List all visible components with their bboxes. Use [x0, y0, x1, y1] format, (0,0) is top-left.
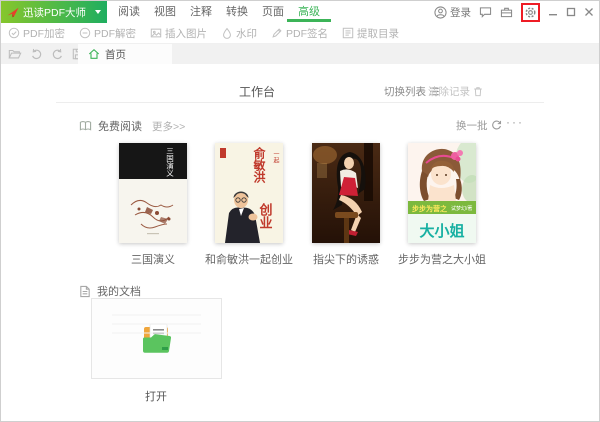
user-icon: [434, 6, 447, 19]
maximize-icon[interactable]: [566, 7, 576, 17]
book-card-zhijian[interactable]: 指尖下的诱惑: [312, 143, 380, 243]
extract-list-icon: [342, 27, 354, 39]
page-title: 工作台: [239, 83, 275, 100]
title-bar: 迅读PDF大师 阅读 视图 注释 转换 页面 高级 登录: [1, 1, 599, 23]
my-documents-title: 我的文档: [97, 283, 141, 299]
minimize-icon[interactable]: [548, 7, 558, 17]
image-icon: [150, 27, 162, 39]
free-reading-header: 免费阅读 更多>>: [79, 118, 185, 134]
menu-tab-convert[interactable]: 转换: [219, 1, 255, 23]
pen-icon: [271, 27, 283, 39]
book-title: 步步为营之大小姐: [398, 251, 486, 267]
switch-list-label: 切换列表: [384, 84, 426, 99]
menu-tab-read[interactable]: 阅读: [111, 1, 147, 23]
change-batch-button[interactable]: 换一批: [456, 118, 502, 133]
book-cover-image: 三国演义: [119, 143, 187, 243]
section-divider: [56, 102, 544, 103]
more-link[interactable]: 更多>>: [152, 119, 185, 134]
quick-access-bar: [8, 44, 84, 64]
book-title: 和俞敏洪一起创业: [205, 251, 293, 267]
clear-records-label: 清除记录: [428, 84, 470, 99]
home-icon: [88, 48, 100, 60]
svg-text:步步为营之: 步步为营之: [412, 204, 447, 213]
svg-text:创业: 创业: [258, 202, 274, 229]
book-card-sanguoyanyi[interactable]: 三国演义 三国演义: [119, 143, 187, 243]
book-cover-image: 步步为营之 试梦幻/著 大小姐: [408, 143, 476, 243]
change-batch-label: 换一批: [456, 118, 488, 133]
toolbar-item-extract-toc[interactable]: 提取目录: [342, 26, 399, 41]
workbench-page: 工作台 切换列表 清除记录 免费阅读 更多>> 换一批: [1, 64, 599, 421]
app-window: 迅读PDF大师 阅读 视图 注释 转换 页面 高级 登录: [0, 0, 600, 422]
advanced-toolbar: PDF加密 PDF解密 插入图片 水印 PDF签名: [1, 23, 599, 44]
gear-annotation-box: [521, 3, 540, 22]
redo-icon[interactable]: [51, 48, 64, 60]
book-stack-icon: [79, 120, 92, 132]
toolbar-item-insert-image[interactable]: 插入图片: [150, 26, 207, 41]
open-document-card[interactable]: [91, 298, 222, 379]
menu-tab-page[interactable]: 页面: [255, 1, 291, 23]
toolbar-label: PDF加密: [23, 26, 65, 41]
menu-tab-view[interactable]: 视图: [147, 1, 183, 23]
gear-icon[interactable]: [524, 6, 537, 19]
chat-bubble-icon[interactable]: [479, 6, 492, 18]
clear-records-button[interactable]: 清除记录: [428, 84, 483, 99]
window-controls: 登录: [434, 1, 594, 23]
svg-text:三国演义: 三国演义: [165, 147, 174, 177]
toolbar-label: 插入图片: [165, 26, 207, 41]
svg-text:一起: 一起: [272, 151, 279, 164]
main-menu: 阅读 视图 注释 转换 页面 高级: [111, 1, 327, 23]
undo-icon[interactable]: [30, 48, 43, 60]
folder-open-icon[interactable]: [8, 48, 22, 60]
overflow-menu[interactable]: ···: [506, 115, 524, 129]
menu-tab-annotate[interactable]: 注释: [183, 1, 219, 23]
menu-tab-advanced[interactable]: 高级: [291, 1, 327, 23]
svg-text:俞敏洪: 俞敏洪: [252, 146, 266, 184]
book-cover-image: 俞敏洪 一起 创业: [215, 143, 283, 243]
lock-circle-icon: [8, 27, 20, 39]
svg-text:试梦幻/著: 试梦幻/著: [451, 205, 472, 212]
briefcase-icon[interactable]: [500, 6, 513, 18]
toolbar-item-pdf-decrypt[interactable]: PDF解密: [79, 26, 136, 41]
toolbar-label: PDF解密: [94, 26, 136, 41]
unlock-circle-icon: [79, 27, 91, 39]
app-title: 迅读PDF大师: [23, 5, 86, 20]
login-button[interactable]: 登录: [434, 5, 471, 20]
tab-strip: 首页: [1, 44, 599, 64]
book-title: 指尖下的诱惑: [313, 251, 379, 267]
open-label: 打开: [145, 388, 167, 404]
toolbar-item-watermark[interactable]: 水印: [221, 26, 257, 41]
book-card-yuminhong[interactable]: 俞敏洪 一起 创业 和俞敏洪一起创业: [215, 143, 283, 243]
svg-text:大小姐: 大小姐: [419, 222, 464, 240]
droplet-icon: [221, 27, 233, 39]
free-reading-title: 免费阅读: [98, 118, 142, 134]
refresh-icon: [491, 120, 502, 131]
toolbar-label: 提取目录: [357, 26, 399, 41]
login-label: 登录: [450, 5, 471, 20]
watermark-decoration: [100, 307, 213, 370]
book-title: 三国演义: [131, 251, 175, 267]
trash-icon: [473, 86, 483, 97]
toolbar-item-pdf-sign[interactable]: PDF签名: [271, 26, 328, 41]
app-logo-menu[interactable]: 迅读PDF大师: [1, 1, 107, 23]
toolbar-label: 水印: [236, 26, 257, 41]
home-tab-label: 首页: [105, 47, 126, 62]
toolbar-label: PDF签名: [286, 26, 328, 41]
book-cover-image: [312, 143, 380, 243]
toolbar-item-pdf-encrypt[interactable]: PDF加密: [8, 26, 65, 41]
document-icon: [79, 285, 91, 298]
tab-home[interactable]: 首页: [78, 44, 172, 64]
logo-icon: [7, 7, 19, 18]
book-card-daxiaojie[interactable]: 步步为营之 试梦幻/著 大小姐 步步为营之大小姐: [408, 143, 476, 243]
my-documents-header: 我的文档: [79, 283, 141, 299]
close-icon[interactable]: [584, 7, 594, 17]
logo-dropdown-caret-icon: [95, 10, 101, 14]
